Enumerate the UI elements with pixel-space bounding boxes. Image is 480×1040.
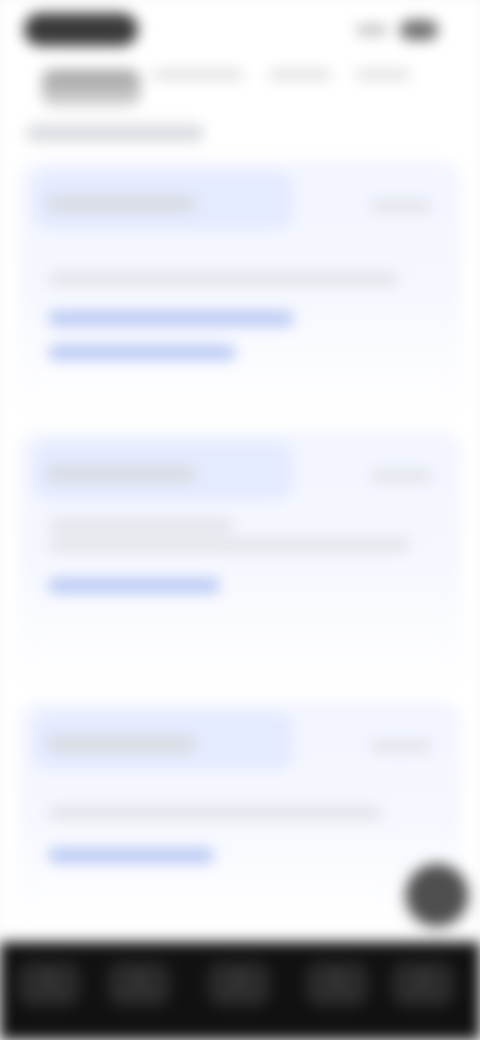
status-indicators bbox=[356, 17, 446, 43]
card-body-placeholder bbox=[48, 518, 234, 532]
bottom-navigation bbox=[0, 942, 480, 1040]
section-heading-placeholder bbox=[26, 124, 204, 142]
card-body-placeholder bbox=[48, 272, 398, 286]
content-card[interactable] bbox=[20, 162, 460, 412]
add-icon[interactable] bbox=[406, 864, 468, 926]
nav-icon bbox=[132, 972, 146, 986]
content-card[interactable] bbox=[20, 432, 460, 684]
card-meta-placeholder bbox=[370, 740, 432, 752]
status-pill-icon bbox=[24, 13, 138, 46]
header-text-placeholder bbox=[152, 69, 244, 80]
card-meta-placeholder bbox=[370, 470, 432, 482]
nav-icon bbox=[330, 972, 344, 986]
header bbox=[0, 58, 480, 120]
card-link-placeholder[interactable] bbox=[48, 578, 220, 593]
nav-label-placeholder bbox=[219, 990, 259, 996]
card-title-placeholder bbox=[46, 466, 196, 482]
status-bar bbox=[0, 0, 480, 58]
card-link-placeholder[interactable] bbox=[48, 345, 236, 360]
nav-label-placeholder bbox=[119, 990, 159, 996]
nav-icon bbox=[416, 972, 430, 986]
content-card[interactable] bbox=[20, 702, 460, 922]
bottom-nav-item[interactable] bbox=[18, 962, 80, 1006]
card-title-placeholder bbox=[46, 736, 196, 752]
card-meta-placeholder bbox=[370, 200, 432, 212]
card-title-placeholder bbox=[46, 196, 196, 212]
bottom-nav-item[interactable] bbox=[208, 962, 270, 1006]
signal-icon bbox=[356, 25, 388, 35]
nav-icon bbox=[42, 972, 56, 986]
card-link-placeholder[interactable] bbox=[48, 848, 214, 863]
bottom-nav-item[interactable] bbox=[306, 962, 368, 1006]
nav-label-placeholder bbox=[403, 990, 443, 996]
battery-icon bbox=[400, 20, 438, 40]
bottom-nav-item[interactable] bbox=[392, 962, 454, 1006]
card-body-placeholder bbox=[48, 538, 410, 552]
header-text-placeholder bbox=[268, 69, 332, 80]
mobile-screen bbox=[0, 0, 480, 1040]
avatar-icon[interactable] bbox=[42, 70, 140, 106]
header-text-placeholder bbox=[355, 69, 411, 80]
bottom-nav-item[interactable] bbox=[108, 962, 170, 1006]
card-link-placeholder[interactable] bbox=[48, 311, 294, 326]
nav-icon bbox=[232, 972, 246, 986]
nav-label-placeholder bbox=[317, 990, 357, 996]
nav-label-placeholder bbox=[29, 990, 69, 996]
card-body-placeholder bbox=[48, 806, 382, 820]
